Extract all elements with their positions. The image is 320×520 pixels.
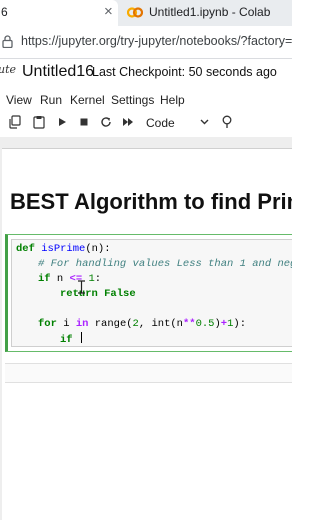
menu-run[interactable]: Run bbox=[40, 93, 62, 107]
cell-type-select[interactable]: Code bbox=[146, 116, 175, 130]
notebook-area: BEST Algorithm to find Prim def isPrime(… bbox=[0, 137, 292, 520]
code-cell[interactable]: def isPrime(n): # For handling values Le… bbox=[5, 234, 292, 352]
run-all-icon[interactable] bbox=[121, 115, 135, 129]
code-line: return False bbox=[60, 288, 136, 300]
text-cursor bbox=[80, 332, 82, 343]
tab-title-colab[interactable]: Untitled1.ipynb - Colab bbox=[149, 5, 270, 19]
debugger-icon[interactable] bbox=[221, 115, 233, 129]
checkpoint-status: Last Checkpoint: 50 seconds ago bbox=[92, 65, 277, 79]
close-tab-icon[interactable]: × bbox=[104, 3, 113, 21]
chevron-down-icon[interactable] bbox=[199, 116, 210, 127]
notebook-toolbar: Code bbox=[0, 111, 292, 135]
menu-view[interactable]: View bbox=[6, 93, 32, 107]
colab-icon bbox=[127, 7, 143, 18]
code-line: if bbox=[60, 332, 82, 347]
browser-tab-active[interactable]: 6 × bbox=[0, 0, 118, 26]
menu-help[interactable]: Help bbox=[160, 93, 185, 107]
notebook-title[interactable]: Untitled16 bbox=[22, 63, 94, 81]
address-bar[interactable]: https://jupyter.org/try-jupyter/notebook… bbox=[0, 26, 292, 59]
lock-icon bbox=[2, 35, 13, 48]
ibeam-cursor-icon bbox=[78, 280, 85, 294]
notebook-header: ute Untitled16 Last Checkpoint: 50 secon… bbox=[0, 59, 292, 89]
code-line: if n <= 1: bbox=[38, 273, 102, 285]
tab-title: 6 bbox=[1, 5, 8, 19]
jupyter-logo[interactable]: ute bbox=[0, 63, 16, 76]
code-line: for i in range(2, int(n**0.5)+1): bbox=[38, 318, 247, 330]
paste-icon[interactable] bbox=[32, 115, 46, 129]
stop-icon[interactable] bbox=[77, 115, 91, 129]
notebook-page: BEST Algorithm to find Prim def isPrime(… bbox=[2, 148, 292, 520]
screen: 6 × Untitled1.ipynb - Colab https://jupy… bbox=[0, 0, 292, 520]
menu-bar: View Run Kernel Settings Help bbox=[0, 89, 292, 111]
markdown-heading: BEST Algorithm to find Prim bbox=[10, 189, 292, 214]
empty-code-cell[interactable] bbox=[5, 363, 292, 383]
run-icon[interactable] bbox=[55, 115, 69, 129]
code-editor[interactable]: def isPrime(n): # For handling values Le… bbox=[11, 239, 292, 347]
code-line: def isPrime(n): bbox=[16, 243, 111, 255]
url-text[interactable]: https://jupyter.org/try-jupyter/notebook… bbox=[21, 34, 292, 48]
code-line: # For handling values Less than 1 and ne… bbox=[38, 258, 292, 270]
restart-icon[interactable] bbox=[99, 115, 113, 129]
menu-kernel[interactable]: Kernel bbox=[70, 93, 105, 107]
copy-icon[interactable] bbox=[8, 115, 22, 129]
menu-settings[interactable]: Settings bbox=[111, 93, 154, 107]
browser-tab-bar: 6 × Untitled1.ipynb - Colab bbox=[0, 0, 292, 26]
